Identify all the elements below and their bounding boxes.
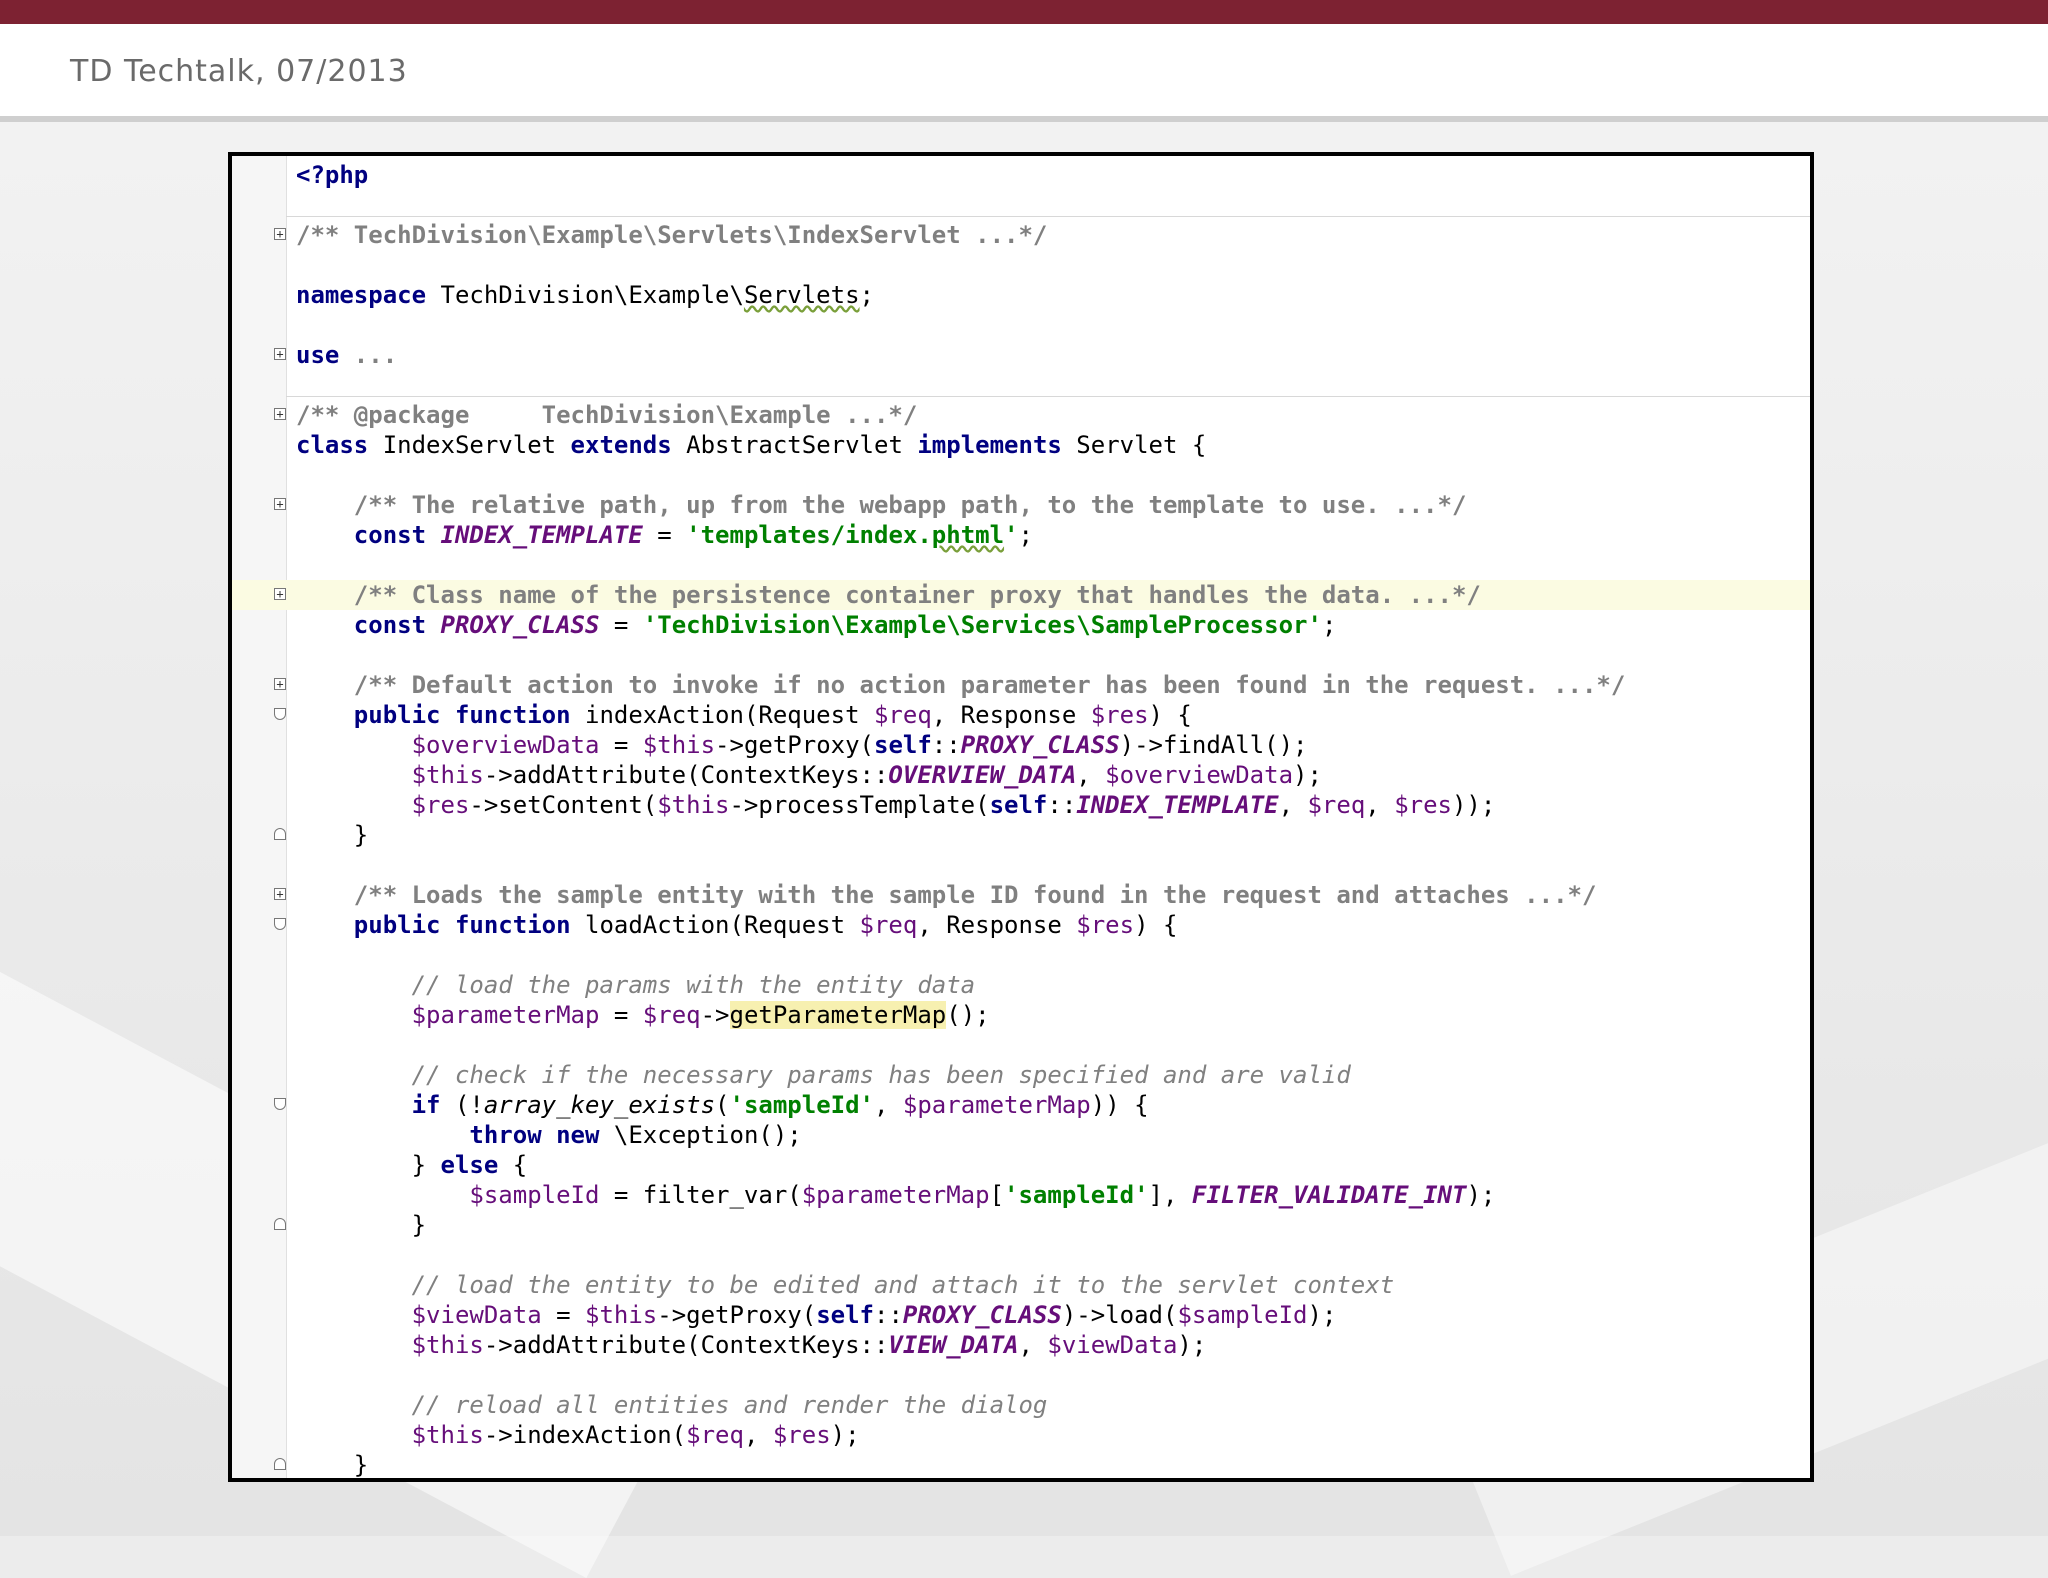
code-line: $sampleId = filter_var($parameterMap['sa…	[469, 1181, 1496, 1209]
fold-expand-icon[interactable]	[274, 228, 286, 240]
code-line: $res->setContent($this->processTemplate(…	[411, 791, 1496, 819]
code-line: $viewData = $this->getProxy(self::PROXY_…	[411, 1301, 1337, 1329]
code-line: /** Loads the sample entity with the sam…	[232, 880, 1810, 910]
fold-expand-icon[interactable]	[274, 498, 286, 510]
slide-header: TD Techtalk, 07/2013	[0, 24, 2048, 122]
code-line: } else {	[411, 1151, 528, 1179]
code-line: $this->addAttribute(ContextKeys::OVERVIE…	[411, 761, 1322, 789]
fold-expand-icon[interactable]	[274, 588, 286, 600]
code-line: class IndexServlet extends AbstractServl…	[296, 431, 1207, 459]
code-line: }	[232, 1450, 1810, 1478]
code-line: }	[232, 820, 1810, 850]
code-line: $overviewData = $this->getProxy(self::PR…	[411, 731, 1308, 759]
fold-collapse-icon[interactable]	[274, 708, 286, 720]
code-line: const PROXY_CLASS = 'TechDivision\Exampl…	[353, 611, 1337, 639]
code-line: namespace TechDivision\Example\Servlets;	[296, 281, 874, 309]
code-line: $parameterMap = $req->getParameterMap();	[411, 1001, 990, 1029]
fold-end-icon[interactable]	[274, 828, 286, 840]
fold-expand-icon[interactable]	[274, 888, 286, 900]
code-line-current: /** Class name of the persistence contai…	[232, 580, 1810, 610]
code-line: <?php	[296, 161, 369, 189]
code-line: if (!array_key_exists('sampleId', $param…	[232, 1090, 1810, 1120]
fold-expand-icon[interactable]	[274, 348, 286, 360]
section-separator	[286, 216, 1810, 217]
code-line: public function loadAction(Request $req,…	[232, 910, 1810, 940]
code-line: // load the params with the entity data	[411, 971, 976, 999]
code-line: // reload all entities and render the di…	[411, 1391, 1048, 1419]
code-line: // check if the necessary params has bee…	[411, 1061, 1351, 1089]
fold-collapse-icon[interactable]	[274, 918, 286, 930]
code-editor-screenshot: <?php /** TechDivision\Example\Servlets\…	[228, 152, 1814, 1482]
code-line: use ...	[232, 340, 1810, 370]
top-accent-bar	[0, 0, 2048, 24]
fold-end-icon[interactable]	[274, 1218, 286, 1230]
code-line: public function indexAction(Request $req…	[232, 700, 1810, 730]
code-line: /** The relative path, up from the webap…	[232, 490, 1810, 520]
code-line: /** Default action to invoke if no actio…	[232, 670, 1810, 700]
fold-collapse-icon[interactable]	[274, 1098, 286, 1110]
fold-expand-icon[interactable]	[274, 678, 286, 690]
code-line: }	[232, 1210, 1810, 1240]
code-line: throw new \Exception();	[469, 1121, 802, 1149]
section-separator	[286, 396, 1810, 397]
code-line: // load the entity to be edited and atta…	[411, 1271, 1395, 1299]
code-line: $this->addAttribute(ContextKeys::VIEW_DA…	[411, 1331, 1207, 1359]
code-line: /** @package TechDivision\Example ...*/	[232, 400, 1810, 430]
code-line: const INDEX_TEMPLATE = 'templates/index.…	[353, 521, 1033, 549]
code-line: $this->indexAction($req, $res);	[411, 1421, 860, 1449]
slide-title: TD Techtalk, 07/2013	[70, 54, 408, 89]
code-line: /** TechDivision\Example\Servlets\IndexS…	[232, 220, 1810, 250]
fold-expand-icon[interactable]	[274, 408, 286, 420]
fold-end-icon[interactable]	[274, 1458, 286, 1470]
